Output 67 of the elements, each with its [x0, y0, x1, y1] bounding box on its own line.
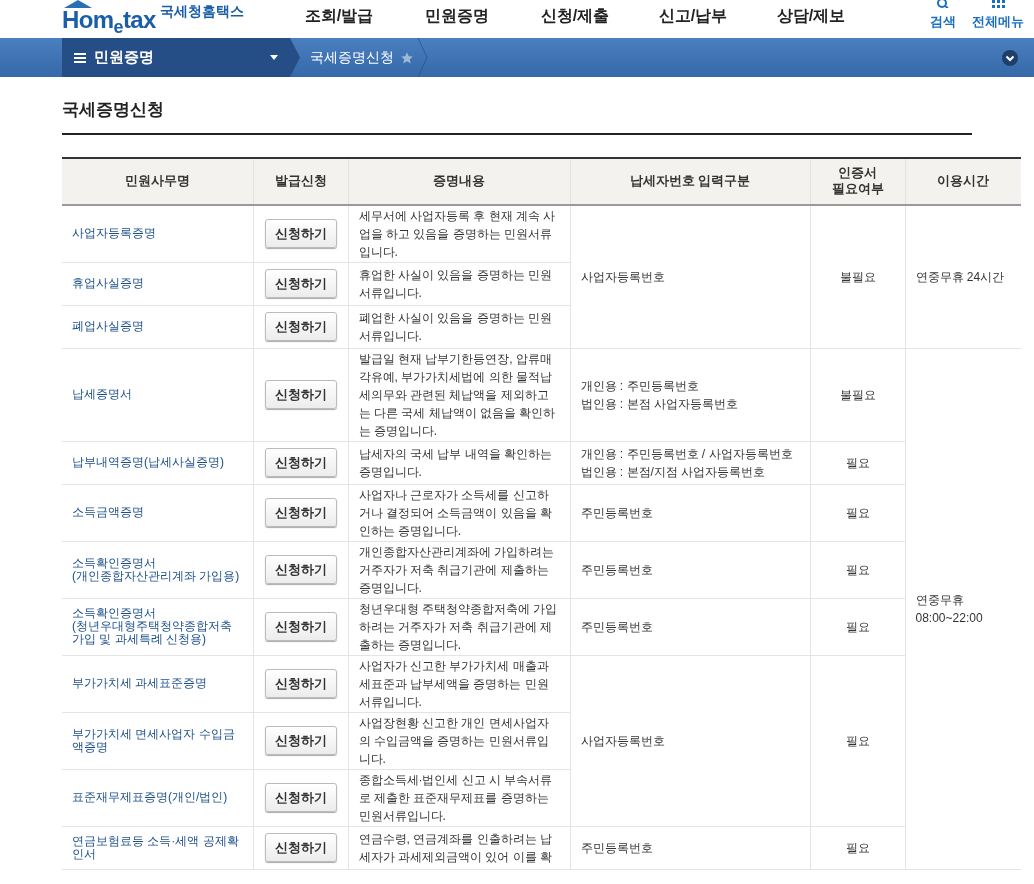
description-text: 종합소득세·법인세 신고 시 부속서류로 제출한 표준재무제표를 증명하는 민원서류입니다. [358, 772, 553, 823]
description-text: 연금수령, 연금계좌를 인출하려는 납세자가 과세제외금액이 있어 이를 확 [358, 831, 552, 864]
apply-button[interactable]: 신청하기 [264, 612, 337, 641]
input-type-text: 사업자등록번호 [580, 268, 666, 286]
certificate-text: 불필요 [839, 387, 876, 402]
input-type-text: 개인용 : 주민등록번호 / 사업자등록번호 법인용 : 본점/지점 사업자등록번호 [580, 445, 794, 481]
apply-button[interactable]: 신청하기 [264, 498, 337, 527]
column-header: 이용시간 [905, 157, 1021, 205]
apply-button[interactable]: 신청하기 [264, 380, 337, 409]
star-icon[interactable] [400, 50, 414, 65]
description-text: 청년우대형 주택청약종합저축에 가입하려는 거주자가 저축 취급기관에 제출하는 증명입니다. [358, 601, 558, 652]
nav-menu-item[interactable]: 신청/제출 [516, 4, 634, 28]
expand-icon[interactable] [1002, 49, 1018, 66]
description-text: 사업장현황 신고한 개인 면세사업자의 수입금액을 증명하는 민원서류입니다. [358, 715, 549, 766]
all-menu-button[interactable]: 전체메뉴 [972, 0, 1024, 29]
input-type-text: 개인용 : 주민등록번호 법인용 : 본점 사업자등록번호 [580, 377, 739, 413]
column-header: 증명내용 [348, 157, 570, 205]
caret-icon [270, 55, 278, 60]
input-type-text: 주민등록번호 [580, 504, 654, 522]
search-button[interactable]: 검색 [930, 0, 956, 29]
description-text: 세무서에 사업자등록 후 현재 계속 사업을 하고 있음을 증명하는 민원서류입니다. [358, 208, 556, 259]
certificate-text: 필요 [845, 840, 870, 855]
apply-button[interactable]: 신청하기 [264, 312, 337, 341]
input-type-text: 주민등록번호 [580, 618, 654, 636]
nav-menu-item[interactable]: 조회/발급 [280, 4, 398, 28]
breadcrumb-item[interactable]: 국세증명신청 [310, 47, 394, 68]
column-header: 납세자번호 입력구분 [570, 157, 810, 205]
grid-icon [991, 0, 1005, 8]
column-header: 민원사무명 [62, 157, 253, 205]
hours-text: 연중무휴 08:00~22:00 [915, 591, 984, 627]
apply-button[interactable]: 신청하기 [264, 783, 337, 812]
description-text: 휴업한 사실이 있음을 증명하는 민원서류입니다. [358, 267, 552, 300]
description-text: 사업자가 신고한 부가가치세 매출과세표준과 납부세액을 증명하는 민원서류입니다. [358, 658, 549, 709]
apply-button[interactable]: 신청하기 [264, 555, 337, 584]
description-text: 납세자의 국세 납부 내역을 확인하는 증명입니다. [358, 446, 552, 479]
apply-button[interactable]: 신청하기 [264, 219, 337, 248]
breadcrumb-separator-icon [418, 38, 428, 77]
nav-menu-item[interactable]: 신고/납부 [634, 4, 752, 28]
certificate-text: 필요 [845, 505, 870, 520]
hours-text: 연중무휴 24시간 [915, 268, 1006, 286]
input-type-text: 사업자등록번호 [580, 732, 666, 750]
description-text: 사업자나 근로자가 소득세를 신고하거나 결정되어 소득금액이 있음을 확인하는 증명입니다. [358, 487, 552, 538]
description-text: 발급일 현재 납부기한등연장, 압류매각유예, 부가가치세법에 의한 물적납세의무와 관련된 체납액을 제외하고는 다른 국세 체납액이 없음을 확인하는 증명입니다. [358, 351, 556, 438]
apply-button[interactable]: 신청하기 [264, 269, 337, 298]
description-text: 개인종합자산관리계좌에 가입하려는 거주자가 저축 취급기관에 제출하는 증명입니다. [358, 544, 554, 595]
certificate-text: 필요 [845, 562, 870, 577]
description-text: 폐업한 사실이 있음을 증명하는 민원서류입니다. [358, 310, 552, 343]
column-header: 인증서 필요여부 [810, 157, 905, 205]
nav-menu-item[interactable]: 상담/제보 [752, 4, 870, 28]
certificate-text: 불필요 [839, 269, 876, 284]
apply-button[interactable]: 신청하기 [264, 726, 337, 755]
certificate-text: 필요 [845, 619, 870, 634]
site-name: 국세청홈택스 [159, 2, 244, 21]
search-icon [937, 0, 949, 8]
certificate-text: 필요 [845, 733, 870, 748]
nav-menu-item[interactable]: 민원증명 [398, 4, 516, 28]
menu-icon [74, 52, 86, 63]
certificate-text: 필요 [845, 455, 870, 470]
input-type-text: 주민등록번호 [580, 839, 654, 857]
apply-button[interactable]: 신청하기 [264, 448, 337, 477]
page-title: 국세증명신청 [62, 99, 165, 121]
logo[interactable]: Hom$_{e}$tax [62, 8, 156, 32]
column-header: 발급신청 [253, 157, 348, 205]
service-name-link[interactable]: 납세증명서 [72, 388, 243, 401]
input-type-text: 주민등록번호 [580, 561, 654, 579]
apply-button[interactable]: 신청하기 [264, 669, 337, 698]
apply-button[interactable]: 신청하기 [264, 833, 337, 862]
